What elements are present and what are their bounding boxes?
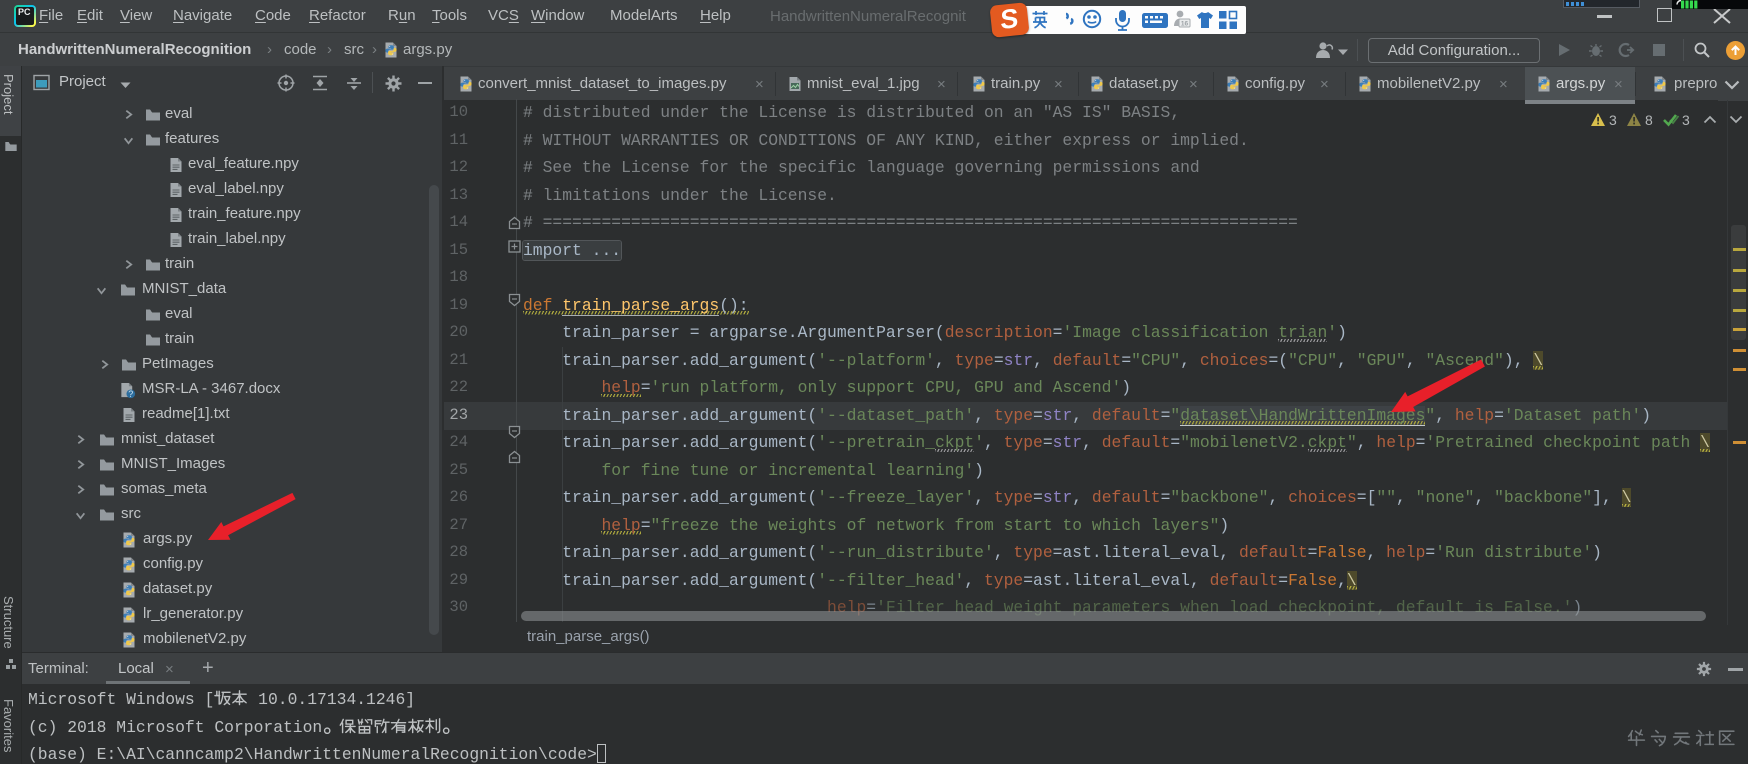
svg-text:16: 16	[1181, 21, 1189, 28]
